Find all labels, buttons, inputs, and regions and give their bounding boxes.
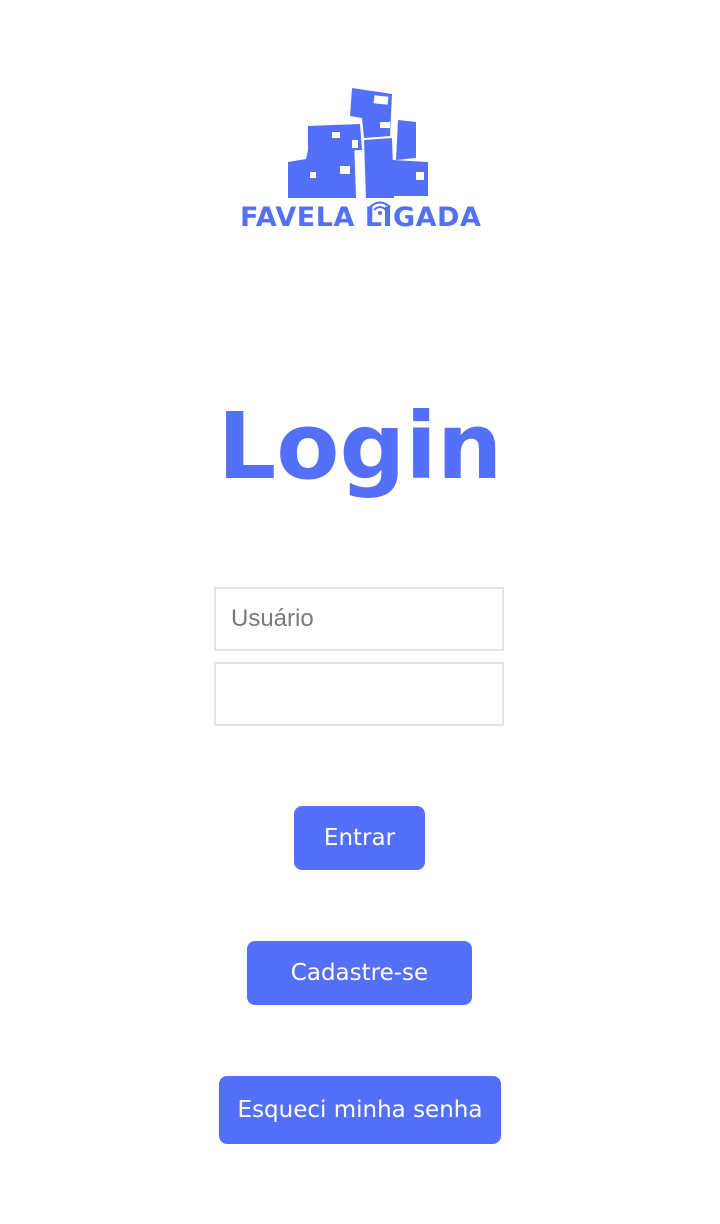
- password-input[interactable]: [214, 662, 504, 726]
- signup-button[interactable]: Cadastre-se: [247, 941, 472, 1005]
- forgot-password-button[interactable]: Esqueci minha senha: [219, 1076, 501, 1144]
- brand-logo-text: FAVELA LIGADA: [240, 202, 482, 233]
- enter-button[interactable]: Entrar: [294, 806, 425, 870]
- username-input[interactable]: [214, 587, 504, 651]
- page-title: Login: [217, 393, 503, 500]
- houses-logo-icon: [288, 88, 428, 198]
- brand-logo: FAVELA LIGADA: [240, 80, 482, 250]
- wifi-icon: [369, 201, 391, 215]
